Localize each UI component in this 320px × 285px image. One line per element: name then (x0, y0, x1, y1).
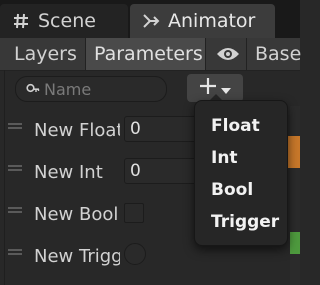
drag-handle-icon[interactable] (8, 249, 22, 257)
menu-item-bool[interactable]: Bool (211, 177, 253, 203)
tab-animator-label: Animator (168, 10, 256, 32)
parameter-name[interactable]: New Float (34, 109, 120, 151)
tab-layers[interactable]: Layers (6, 38, 86, 70)
search-icon (22, 83, 44, 95)
float-value-field[interactable]: 0 (124, 116, 200, 142)
drag-handle-icon[interactable] (8, 165, 22, 173)
state-node-edge (288, 136, 300, 168)
tab-parameters-label: Parameters (94, 43, 203, 65)
hash-icon (10, 13, 32, 29)
parameter-name[interactable]: New Trigger (34, 235, 120, 277)
graph-area-edge (290, 106, 300, 285)
eye-icon[interactable] (210, 38, 246, 70)
tab-scene-label: Scene (38, 10, 96, 32)
menu-item-int[interactable]: Int (211, 145, 238, 171)
menu-item-trigger[interactable]: Trigger (211, 209, 279, 235)
breadcrumb-base-layer[interactable]: Base (246, 38, 306, 70)
tab-layers-label: Layers (14, 43, 77, 65)
breadcrumb-base-label: Base (255, 43, 302, 65)
parameter-name[interactable]: New Int (34, 151, 120, 193)
trigger-radio[interactable] (124, 243, 146, 265)
parameter-type-dropdown: Float Int Bool Trigger (194, 100, 288, 246)
menu-item-float[interactable]: Float (211, 113, 260, 139)
animator-toolbar: Layers Parameters Base (0, 38, 301, 71)
search-input[interactable] (44, 79, 154, 99)
animator-icon (140, 12, 162, 30)
search-field[interactable] (15, 76, 167, 102)
entry-node-edge (290, 232, 300, 254)
drag-handle-icon[interactable] (8, 123, 22, 131)
tab-animator[interactable]: Animator (130, 4, 275, 38)
tab-scene[interactable]: Scene (0, 4, 128, 38)
drag-handle-icon[interactable] (8, 207, 22, 215)
bool-checkbox[interactable] (124, 203, 144, 223)
parameter-name[interactable]: New Bool (34, 193, 120, 235)
window-tab-bar: Scene Animator (0, 0, 300, 38)
int-value-field[interactable]: 0 (124, 158, 200, 184)
tab-parameters[interactable]: Parameters (86, 38, 206, 70)
